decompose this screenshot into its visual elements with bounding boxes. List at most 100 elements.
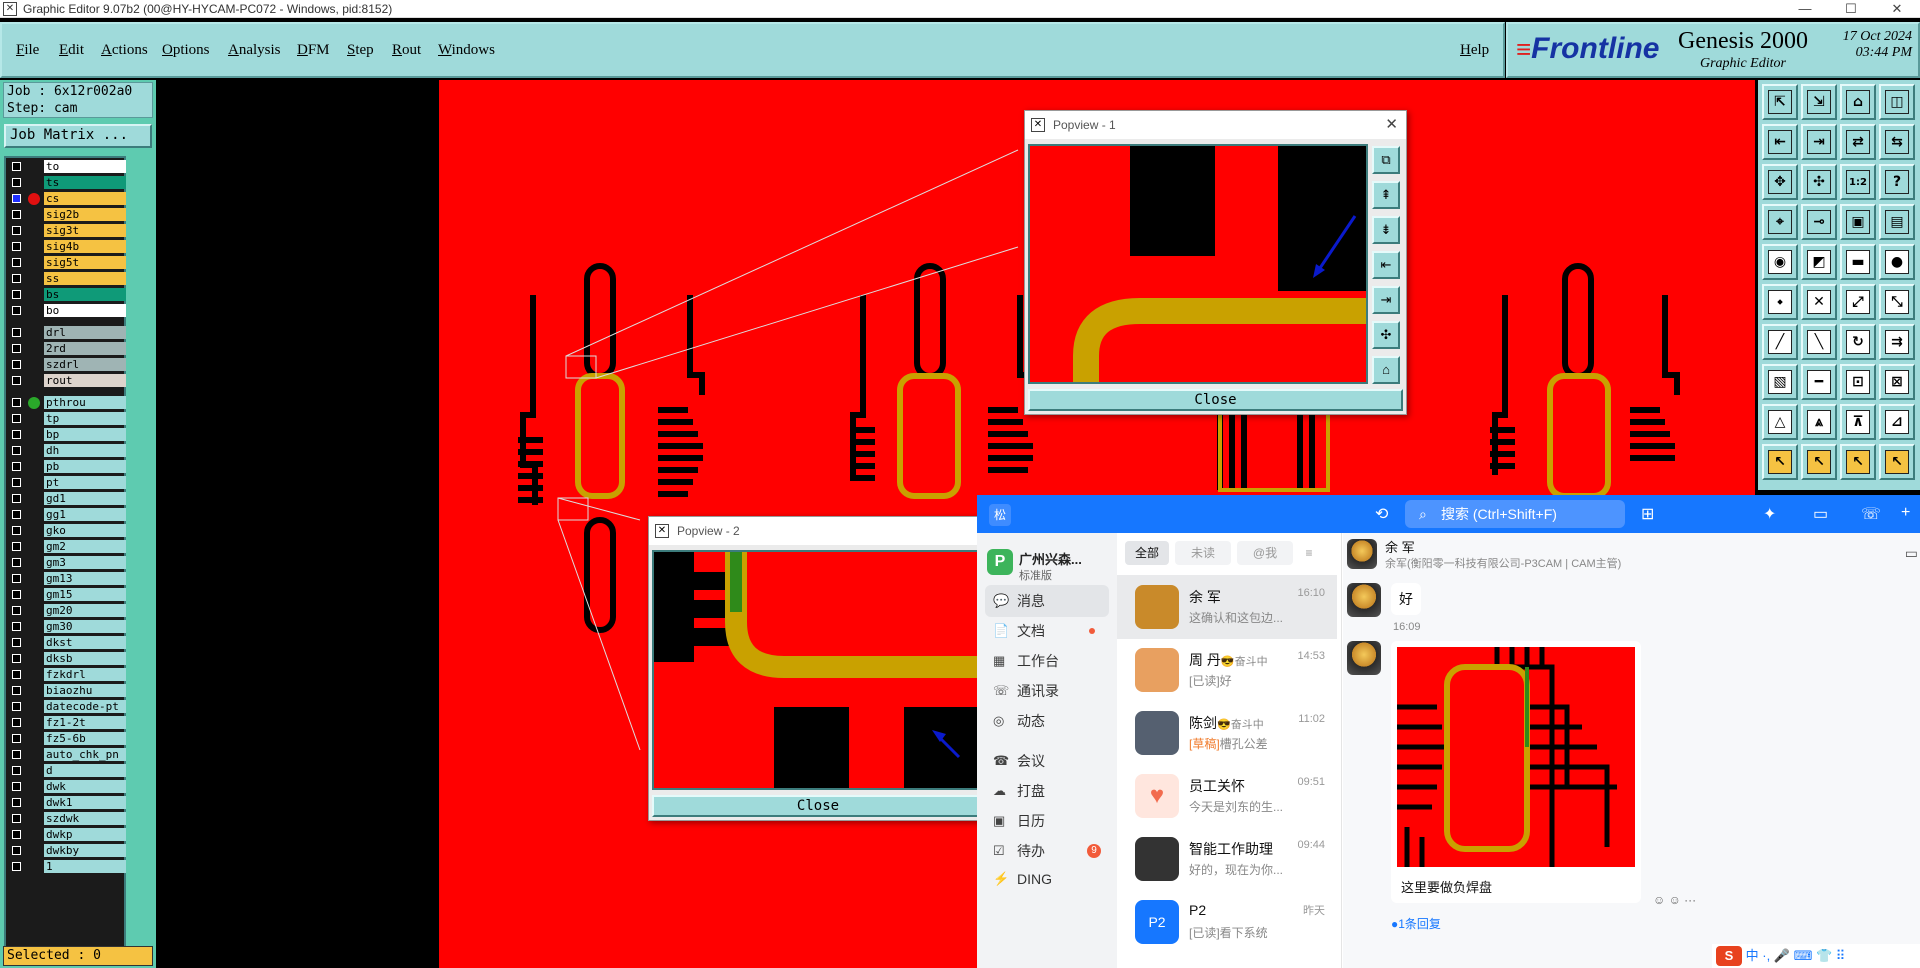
layer-checkbox[interactable]	[12, 494, 21, 503]
layer-name[interactable]: pt	[44, 476, 126, 489]
layer-row[interactable]: dwkp	[8, 828, 126, 841]
layer-checkbox[interactable]	[12, 258, 21, 267]
layer-row[interactable]: bo	[8, 304, 126, 317]
shift-icon[interactable]: ⇉	[1879, 324, 1915, 360]
nav-calendar[interactable]: ▣ 日历	[985, 805, 1109, 837]
layer-checkbox[interactable]	[12, 542, 21, 551]
layer-checkbox[interactable]	[12, 398, 21, 407]
menu-analysis[interactable]: Analysis	[228, 42, 281, 59]
layer-row[interactable]: sig3t	[8, 224, 126, 237]
layer-name[interactable]: bs	[44, 288, 126, 301]
layer-row[interactable]: bp	[8, 428, 126, 441]
layer-checkbox[interactable]	[12, 830, 21, 839]
layer-row[interactable]: gm15	[8, 588, 126, 601]
menu-dfm[interactable]: DFM	[297, 42, 330, 59]
layer-checkbox[interactable]	[12, 306, 21, 315]
layer-name[interactable]: dwk	[44, 780, 126, 793]
layer-name[interactable]: gm2	[44, 540, 126, 553]
layer-checkbox[interactable]	[12, 344, 21, 353]
job-matrix-button[interactable]: Job Matrix ...	[4, 124, 152, 148]
layer-name[interactable]: gd1	[44, 492, 126, 505]
layer-name[interactable]: szdrl	[44, 358, 126, 371]
message-avatar[interactable]	[1347, 583, 1381, 617]
user-avatar[interactable]: 松	[989, 504, 1011, 526]
rotate-icon[interactable]: ⤡	[1879, 284, 1915, 320]
reply-count-link[interactable]: ●1条回复	[1391, 915, 1441, 932]
layer-checkbox[interactable]	[12, 290, 21, 299]
layers-view-icon[interactable]: ▣	[1840, 204, 1876, 240]
layer-row[interactable]: gm2	[8, 540, 126, 553]
select-alt-icon[interactable]: ↖	[1801, 444, 1837, 480]
tab-mentions[interactable]: @我	[1237, 541, 1293, 565]
layer-row[interactable]: rout	[8, 374, 126, 387]
layer-row[interactable]: gko	[8, 524, 126, 537]
menu-step[interactable]: Step	[347, 42, 374, 59]
home-icon[interactable]: ⌂	[1840, 84, 1876, 120]
pad-icon[interactable]: ◉	[1762, 244, 1798, 280]
popview-1-home-icon[interactable]: ⌂	[1372, 356, 1400, 384]
layer-row[interactable]: fzkdrl	[8, 668, 126, 681]
layer-checkbox[interactable]	[12, 846, 21, 855]
layer-row[interactable]: dh	[8, 444, 126, 457]
layer-checkbox[interactable]	[12, 414, 21, 423]
layer-row[interactable]: szdwk	[8, 812, 126, 825]
nav-docs[interactable]: 📄 文档	[985, 615, 1109, 647]
select-icon[interactable]: ↖	[1762, 444, 1798, 480]
help-icon[interactable]: ?	[1879, 164, 1915, 200]
conversation-item[interactable]: 余 军这确认和这包边... 16:10	[1117, 575, 1337, 639]
triangle-icon[interactable]: △	[1762, 404, 1798, 440]
layer-row[interactable]: biaozhu	[8, 684, 126, 697]
layer-row[interactable]: to	[8, 160, 126, 173]
popview-1-zoom-in-icon[interactable]: ⧉	[1372, 146, 1400, 174]
layer-checkbox[interactable]	[12, 814, 21, 823]
popview-1-pan-up-icon[interactable]: ⇞	[1372, 181, 1400, 209]
layer-name[interactable]: sig3t	[44, 224, 126, 237]
layer-name[interactable]: szdwk	[44, 812, 126, 825]
layer-name[interactable]: dwkby	[44, 844, 126, 857]
nav-ding[interactable]: ⚡ DING	[985, 863, 1109, 895]
add-icon[interactable]: +	[1901, 504, 1910, 522]
layer-row[interactable]: 1	[8, 860, 126, 873]
conversation-item[interactable]: ♥ 员工关怀 今天是刘东的生... 09:51	[1117, 764, 1337, 828]
layer-name[interactable]: gm3	[44, 556, 126, 569]
layer-name[interactable]: bp	[44, 428, 126, 441]
nav-moments[interactable]: ◎ 动态	[985, 705, 1109, 737]
layers-alt-icon[interactable]: ▤	[1879, 204, 1915, 240]
layer-checkbox[interactable]	[12, 798, 21, 807]
layer-name[interactable]: gm13	[44, 572, 126, 585]
layer-name[interactable]: tp	[44, 412, 126, 425]
layer-name[interactable]: dkst	[44, 636, 126, 649]
minimize-button[interactable]: —	[1782, 0, 1828, 18]
layer-name[interactable]: dksb	[44, 652, 126, 665]
layer-name[interactable]: bo	[44, 304, 126, 317]
layer-row[interactable]: bs	[8, 288, 126, 301]
org-switcher[interactable]: P 广州兴森... 标准版	[987, 547, 1113, 587]
ime-toolbar[interactable]: S 中 ·, 🎤 ⌨ 👕 ⠿	[1712, 944, 1920, 968]
layer-checkbox[interactable]	[12, 162, 21, 171]
layer-checkbox[interactable]	[12, 654, 21, 663]
layer-checkbox[interactable]	[12, 862, 21, 871]
layer-row[interactable]: d	[8, 764, 126, 777]
popview-1-pan-right-icon[interactable]: ⇥	[1372, 286, 1400, 314]
popview-1-view[interactable]	[1028, 144, 1368, 384]
layer-name[interactable]: gg1	[44, 508, 126, 521]
conversation-item[interactable]: 陈剑😎奋斗中 [草稿]槽孔公差 11:02	[1117, 701, 1337, 765]
layer-name[interactable]: pb	[44, 460, 126, 473]
nav-workbench[interactable]: ▦ 工作台	[985, 645, 1109, 677]
tab-unread[interactable]: 未读	[1175, 541, 1231, 565]
layer-checkbox[interactable]	[12, 766, 21, 775]
layer-name[interactable]: drl	[44, 326, 126, 339]
layer-name[interactable]: dwk1	[44, 796, 126, 809]
swap-alt-icon[interactable]: ⇆	[1879, 124, 1915, 160]
layer-row[interactable]: gm20	[8, 604, 126, 617]
layer-row[interactable]: pb	[8, 460, 126, 473]
layer-checkbox[interactable]	[12, 194, 21, 203]
layer-name[interactable]: cs	[44, 192, 126, 205]
message-avatar[interactable]	[1347, 641, 1381, 675]
popview-1-close-icon[interactable]: ✕	[1385, 111, 1398, 139]
measure-icon[interactable]: ⊸	[1801, 204, 1837, 240]
layer-name[interactable]: auto_chk_pn	[44, 748, 126, 761]
horizontal-icon[interactable]: ━	[1801, 364, 1837, 400]
swap-icon[interactable]: ⇄	[1840, 124, 1876, 160]
layer-row[interactable]: sig5t	[8, 256, 126, 269]
